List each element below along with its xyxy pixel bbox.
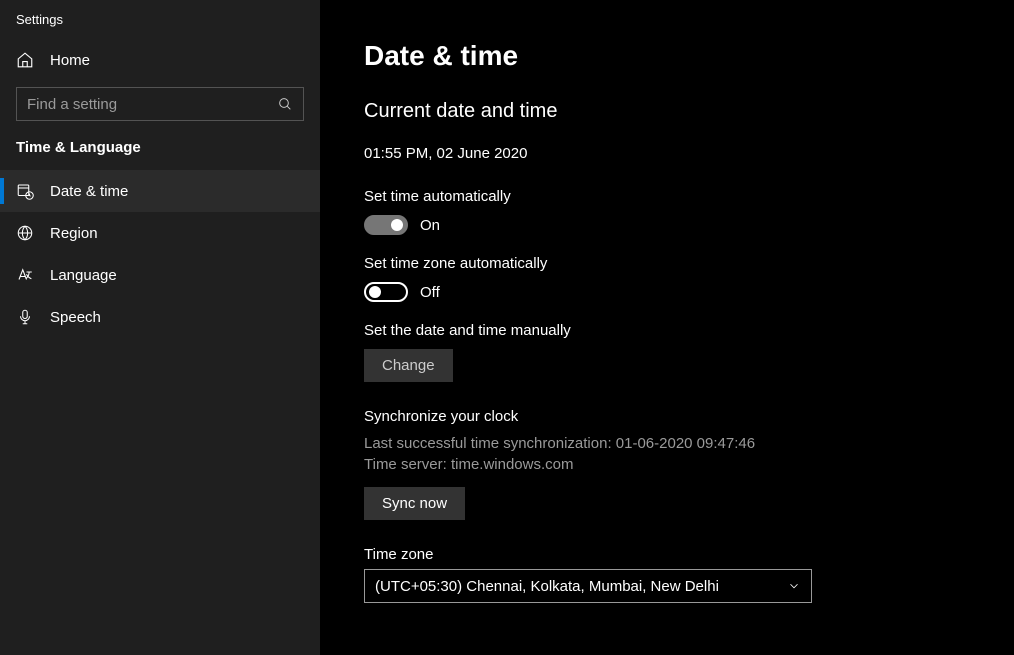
- timezone-value: (UTC+05:30) Chennai, Kolkata, Mumbai, Ne…: [375, 578, 719, 595]
- set-tz-auto-toggle[interactable]: [364, 282, 408, 302]
- sidebar-item-language[interactable]: Language: [0, 254, 320, 296]
- sidebar-item-label: Region: [50, 225, 98, 242]
- sidebar-item-label: Language: [50, 267, 117, 284]
- page-title: Date & time: [364, 40, 1014, 72]
- set-tz-auto-label: Set time zone automatically: [364, 255, 1014, 272]
- sync-heading: Synchronize your clock: [364, 408, 1014, 425]
- current-datetime-heading: Current date and time: [364, 100, 1014, 123]
- sidebar: Settings Home Time & Language Date & tim…: [0, 0, 320, 655]
- sidebar-item-date-time[interactable]: Date & time: [0, 170, 320, 212]
- chevron-down-icon: [787, 579, 801, 593]
- timezone-dropdown[interactable]: (UTC+05:30) Chennai, Kolkata, Mumbai, Ne…: [364, 569, 812, 603]
- sidebar-item-speech[interactable]: Speech: [0, 296, 320, 338]
- sidebar-item-label: Speech: [50, 309, 101, 326]
- current-datetime-value: 01:55 PM, 02 June 2020: [364, 145, 1014, 162]
- sync-server-line: Time server: time.windows.com: [364, 454, 1014, 475]
- search-input[interactable]: [16, 87, 304, 121]
- main-content: Date & time Current date and time 01:55 …: [320, 0, 1014, 655]
- sidebar-item-region[interactable]: Region: [0, 212, 320, 254]
- nav-home[interactable]: Home: [0, 41, 320, 79]
- globe-icon: [16, 224, 34, 242]
- sync-now-button[interactable]: Sync now: [364, 487, 465, 520]
- search-icon: [277, 96, 293, 112]
- category-heading: Time & Language: [0, 139, 320, 170]
- set-time-auto-label: Set time automatically: [364, 188, 1014, 205]
- search-field[interactable]: [27, 96, 277, 113]
- search-container: [0, 79, 320, 139]
- sidebar-item-label: Date & time: [50, 183, 128, 200]
- calendar-clock-icon: [16, 182, 34, 200]
- sidebar-nav: Date & time Region Language Speech: [0, 170, 320, 338]
- set-time-auto-toggle[interactable]: [364, 215, 408, 235]
- manual-datetime-label: Set the date and time manually: [364, 322, 1014, 339]
- language-icon: [16, 266, 34, 284]
- sync-last-line: Last successful time synchronization: 01…: [364, 433, 1014, 454]
- change-button[interactable]: Change: [364, 349, 453, 382]
- app-title: Settings: [0, 0, 320, 41]
- timezone-label: Time zone: [364, 546, 1014, 563]
- set-tz-auto-state: Off: [420, 284, 440, 301]
- microphone-icon: [16, 308, 34, 326]
- nav-home-label: Home: [50, 52, 90, 69]
- home-icon: [16, 51, 34, 69]
- set-time-auto-state: On: [420, 217, 440, 234]
